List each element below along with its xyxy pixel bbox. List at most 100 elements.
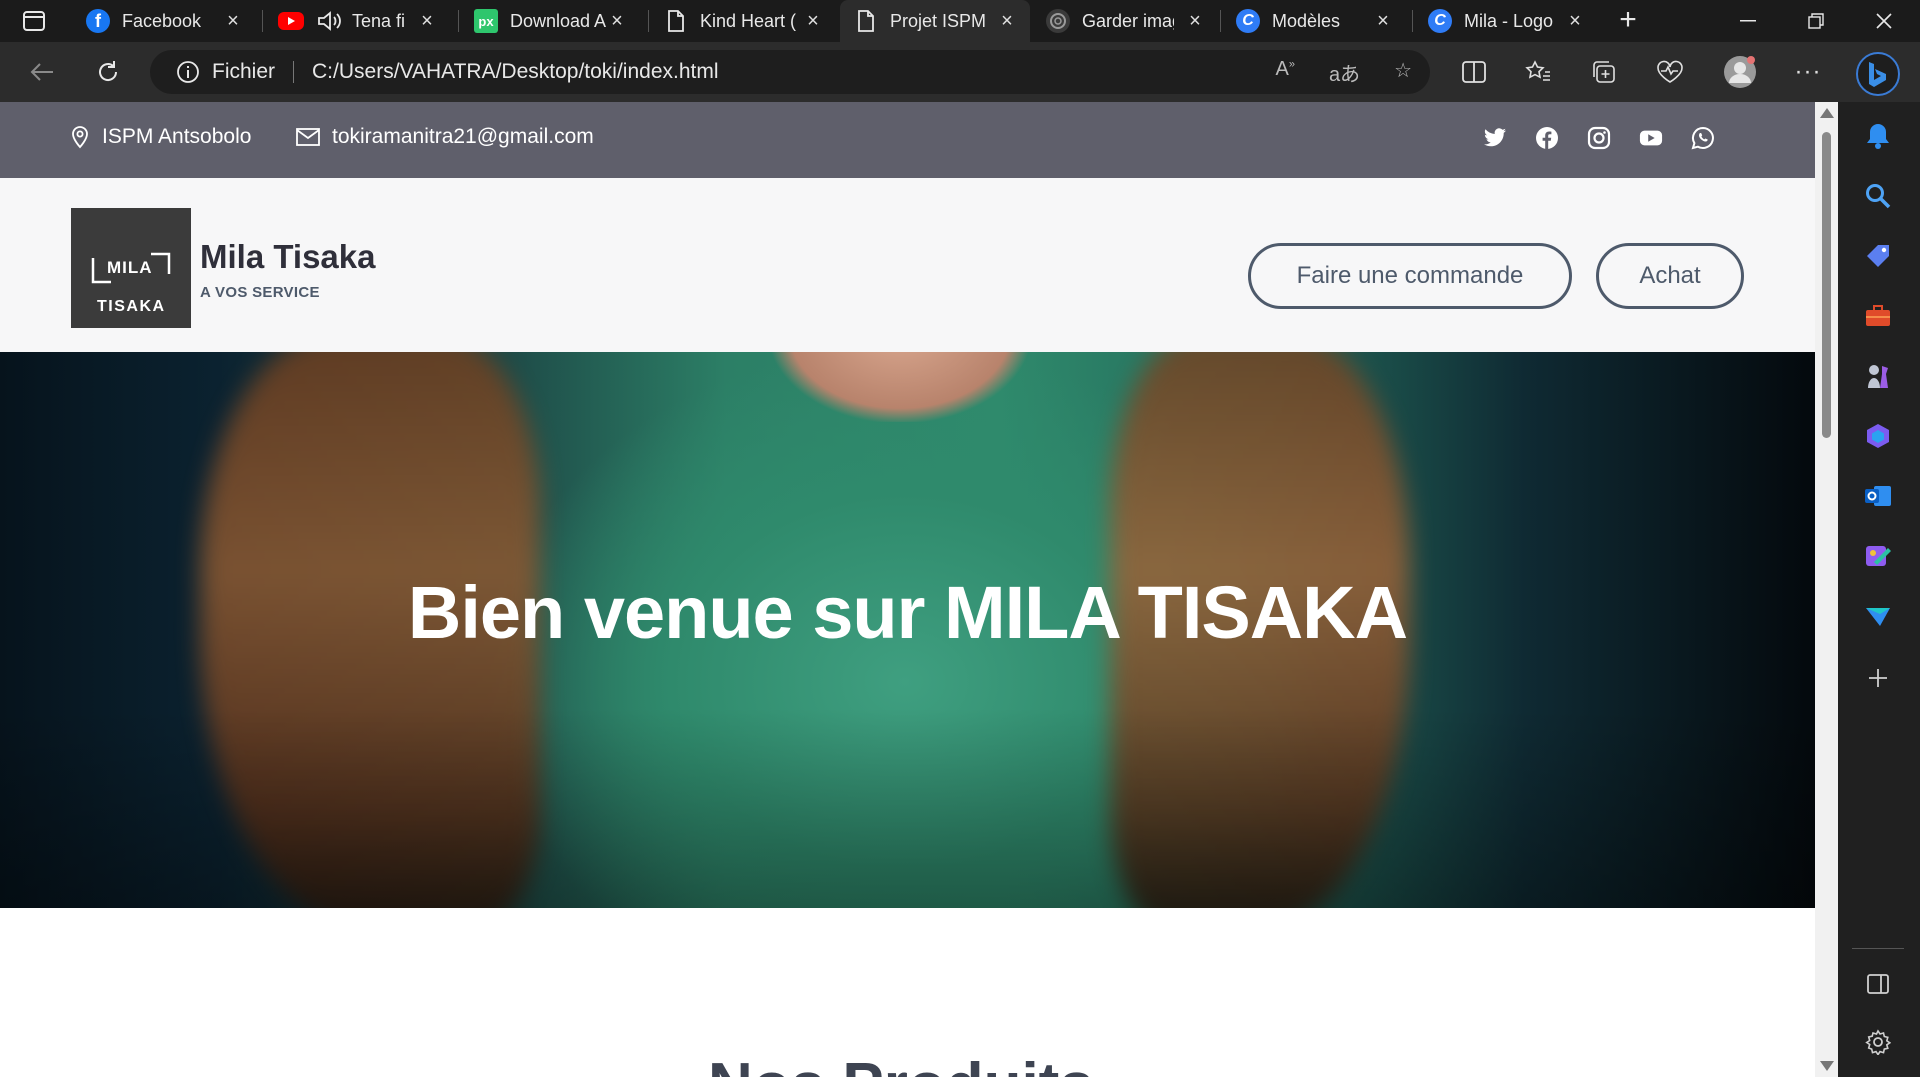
split-screen-icon: [1462, 61, 1486, 83]
profile-avatar-icon: [1724, 56, 1756, 88]
close-tab-icon[interactable]: ×: [802, 10, 824, 32]
microsoft-365-icon[interactable]: [1862, 420, 1894, 452]
order-button[interactable]: Faire une commande: [1248, 243, 1572, 309]
twitter-icon[interactable]: [1483, 126, 1507, 150]
games-chess-icon[interactable]: [1862, 360, 1894, 392]
favorites-button[interactable]: [1520, 54, 1556, 90]
site-topbar: ISPM Antsobolo tokiramanitra21@gmail.com: [0, 102, 1815, 178]
sidebar-divider: [1852, 948, 1904, 949]
search-icon[interactable]: [1862, 180, 1894, 212]
tab-actions-button[interactable]: [16, 8, 52, 34]
page-icon: [664, 9, 688, 33]
file-scheme-label: Fichier: [212, 60, 276, 83]
tab-title: Modèles: [1272, 10, 1341, 31]
favorite-star-icon[interactable]: ☆: [1394, 58, 1412, 87]
speaker-icon[interactable]: [316, 10, 342, 32]
browser-toolbar: Fichier C:/Users/VAHATRA/Desktop/toki/in…: [0, 42, 1920, 102]
youtube-icon[interactable]: [1639, 126, 1663, 150]
whatsapp-icon[interactable]: [1691, 126, 1715, 150]
site-header: MILA TISAKA Mila Tisaka A VOS SERVICE Fa…: [0, 178, 1815, 352]
close-tab-icon[interactable]: ×: [1184, 10, 1206, 32]
close-tab-icon[interactable]: ×: [222, 10, 244, 32]
tab-separator: [1412, 10, 1413, 32]
page-icon: [854, 9, 878, 33]
scroll-down-arrow-icon[interactable]: [1820, 1061, 1834, 1071]
read-aloud-icon[interactable]: A»: [1275, 58, 1294, 87]
location-contact: ISPM Antsobolo: [70, 125, 251, 149]
shopping-tag-icon[interactable]: [1862, 240, 1894, 272]
tab-title: Download A: [510, 10, 607, 31]
bing-icon: [1869, 62, 1886, 87]
tools-briefcase-icon[interactable]: [1862, 300, 1894, 332]
tab-title: Garder imag: [1082, 10, 1174, 31]
tab-kind-heart[interactable]: Kind Heart ( ×: [650, 0, 836, 42]
more-dots-icon: ···: [1794, 58, 1822, 85]
back-button[interactable]: [24, 54, 60, 90]
canva-icon: C: [1236, 9, 1260, 33]
facebook-icon: f: [86, 9, 110, 33]
new-tab-button[interactable]: +: [1612, 5, 1644, 36]
buy-button[interactable]: Achat: [1596, 243, 1744, 309]
info-icon[interactable]: [176, 60, 200, 84]
youtube-icon: [278, 12, 304, 30]
tab-title: Kind Heart (: [700, 10, 797, 31]
edge-sidebar: [1838, 102, 1920, 1077]
tab-garder-image[interactable]: Garder imag ×: [1032, 0, 1218, 42]
tab-youtube[interactable]: Tena fi ×: [264, 0, 450, 42]
more-menu-button[interactable]: ···: [1790, 54, 1826, 90]
tab-mila-logo[interactable]: C Mila - Logo ×: [1414, 0, 1598, 42]
address-bar[interactable]: Fichier C:/Users/VAHATRA/Desktop/toki/in…: [150, 50, 1430, 94]
tab-separator: [1220, 10, 1221, 32]
logo-text-mila: MILA: [107, 258, 153, 277]
url-text[interactable]: C:/Users/VAHATRA/Desktop/toki/index.html: [312, 60, 719, 84]
restore-icon: [1808, 13, 1824, 29]
tab-projet-ispm[interactable]: Projet ISPM ×: [840, 0, 1030, 42]
close-window-button[interactable]: [1852, 0, 1916, 42]
drop-send-icon[interactable]: [1862, 600, 1894, 632]
back-arrow-icon: [30, 63, 53, 81]
instagram-icon[interactable]: [1587, 126, 1611, 150]
page-scrollbar[interactable]: [1815, 102, 1838, 1077]
close-tab-icon[interactable]: ×: [1564, 10, 1586, 32]
close-tab-icon[interactable]: ×: [996, 10, 1018, 32]
outlook-icon[interactable]: [1862, 480, 1894, 512]
translate-icon[interactable]: aあ: [1329, 58, 1360, 87]
minimize-button[interactable]: [1716, 0, 1780, 42]
designer-icon[interactable]: [1862, 540, 1894, 572]
facebook-icon[interactable]: [1535, 126, 1559, 150]
split-screen-button[interactable]: [1456, 54, 1492, 90]
email-contact[interactable]: tokiramanitra21@gmail.com: [296, 125, 594, 149]
restore-button[interactable]: [1784, 0, 1848, 42]
close-tab-icon[interactable]: ×: [1372, 10, 1394, 32]
tab-title: Projet ISPM: [890, 10, 987, 31]
profile-button[interactable]: [1722, 54, 1758, 90]
tab-facebook[interactable]: f Facebook ×: [72, 0, 256, 42]
tab-modeles[interactable]: C Modèles ×: [1222, 0, 1406, 42]
hero-photo-shade: [0, 708, 1815, 908]
notifications-bell-icon[interactable]: [1862, 120, 1894, 152]
refresh-button[interactable]: [90, 54, 126, 90]
settings-gear-icon[interactable]: [1862, 1026, 1894, 1058]
envelope-icon: [296, 128, 320, 146]
tab-title: Facebook: [122, 10, 202, 31]
email-text[interactable]: tokiramanitra21@gmail.com: [332, 125, 594, 149]
add-sidebar-app-icon[interactable]: [1862, 662, 1894, 694]
hide-sidebar-icon[interactable]: [1862, 968, 1894, 1000]
collections-icon: [1593, 61, 1615, 83]
scrollbar-thumb[interactable]: [1822, 132, 1831, 438]
social-links: [1483, 126, 1715, 150]
tab-separator: [648, 10, 649, 32]
minimize-icon: [1740, 20, 1756, 22]
collections-button[interactable]: [1586, 54, 1622, 90]
scroll-up-arrow-icon[interactable]: [1820, 108, 1834, 118]
tab-download[interactable]: px Download A ×: [460, 0, 640, 42]
tab-separator: [458, 10, 459, 32]
site-logo[interactable]: MILA TISAKA: [71, 208, 191, 328]
close-tab-icon[interactable]: ×: [416, 10, 438, 32]
brand-name[interactable]: Mila Tisaka: [200, 238, 376, 276]
products-section-title: Nos Produits: [708, 1050, 1094, 1077]
bing-copilot-button[interactable]: [1856, 52, 1900, 96]
browser-essentials-button[interactable]: [1652, 54, 1688, 90]
favorites-list-icon: [1525, 60, 1550, 81]
close-tab-icon[interactable]: ×: [606, 10, 628, 32]
